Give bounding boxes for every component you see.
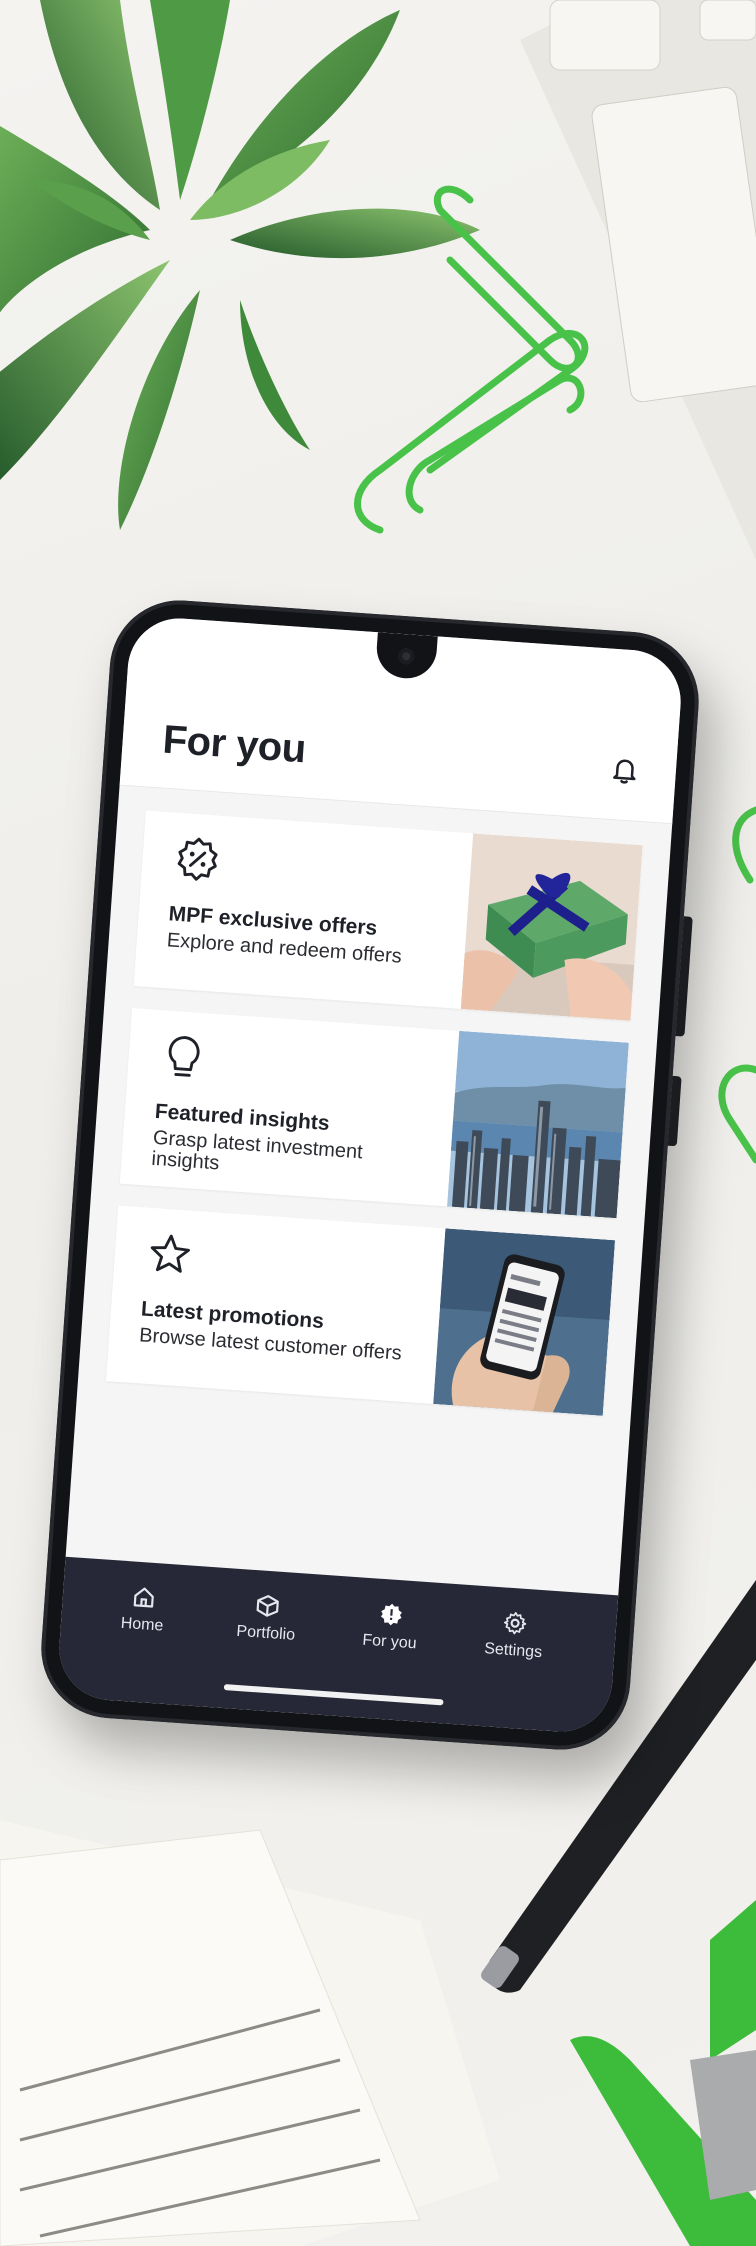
front-camera <box>397 647 415 665</box>
power-button <box>667 1075 682 1147</box>
city-skyline-photo <box>446 1030 629 1219</box>
page-title: For you <box>161 717 308 772</box>
card-mpf-exclusive-offers[interactable]: MPF exclusive offers Explore and redeem … <box>133 810 643 1021</box>
paper-clips <box>354 185 589 534</box>
stapler <box>570 1900 756 2246</box>
desk-scene: For you MPF exclusive offers Explore and… <box>0 0 756 2246</box>
card-latest-promotions[interactable]: Latest promotions Browse latest customer… <box>105 1205 616 1416</box>
card-subtitle: Grasp latest investment insights <box>150 1126 364 1175</box>
app-screen: For you MPF exclusive offers Explore and… <box>55 614 685 1736</box>
paper-clip-right <box>718 806 756 1164</box>
home-icon <box>133 1587 154 1608</box>
tab-label: Portfolio <box>235 1622 296 1644</box>
tab-settings[interactable]: Settings <box>458 1606 571 1664</box>
card-subtitle: Explore and redeem offers <box>166 929 403 968</box>
card-subtitle: Browse latest customer offers <box>138 1324 403 1365</box>
lightbulb-icon <box>168 1036 200 1077</box>
bottom-tab-bar: Home Portfolio For you Settings <box>55 1556 619 1736</box>
discount-badge-icon <box>177 837 218 881</box>
tab-for-you[interactable]: For you <box>334 1598 447 1656</box>
notepad <box>0 1820 500 2246</box>
tab-label: Home <box>120 1614 164 1635</box>
gear-icon <box>503 1612 527 1635</box>
tab-label: Settings <box>483 1640 543 1662</box>
tab-label: For you <box>361 1631 418 1653</box>
card-featured-insights[interactable]: Featured insights Grasp latest investmen… <box>119 1007 629 1219</box>
for-you-badge-icon <box>380 1603 402 1626</box>
bell-icon[interactable] <box>609 755 641 787</box>
tab-portfolio[interactable]: Portfolio <box>210 1589 323 1647</box>
volume-button <box>675 916 693 1037</box>
tab-home[interactable]: Home <box>87 1580 200 1638</box>
box-icon <box>256 1595 279 1617</box>
smartphone: For you MPF exclusive offers Explore and… <box>36 595 704 1755</box>
phone-in-hand-photo <box>433 1228 616 1416</box>
card-list: MPF exclusive offers Explore and redeem … <box>104 810 643 1437</box>
gift-photo <box>460 833 643 1021</box>
star-icon <box>150 1234 190 1273</box>
home-indicator[interactable] <box>223 1684 444 1706</box>
